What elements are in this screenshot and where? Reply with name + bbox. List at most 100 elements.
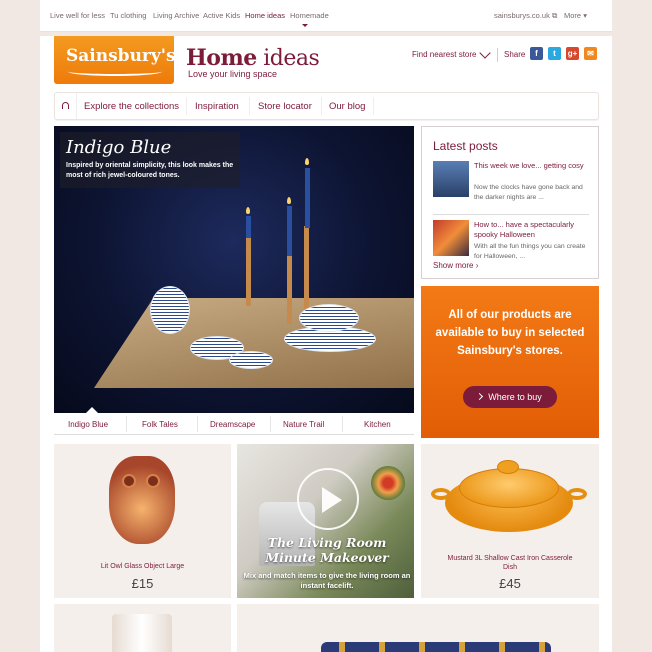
product-price: £15 <box>131 576 154 591</box>
nav-explore-collections[interactable]: Explore the collections <box>84 101 179 112</box>
external-link-icon: ⧉ <box>551 11 558 20</box>
candle <box>287 206 292 256</box>
bowl <box>229 351 273 369</box>
candlestick <box>287 254 292 324</box>
promo-text: All of our products are available to buy… <box>435 309 585 357</box>
sainsburys-logo[interactable]: Sainsbury's <box>54 36 176 84</box>
candle <box>246 216 251 238</box>
owl-eye <box>146 474 160 488</box>
sainsburys-link-label: sainsburys.co.uk <box>494 11 550 20</box>
tab-divider <box>342 416 343 432</box>
jug <box>150 286 190 334</box>
play-icon[interactable] <box>297 468 359 530</box>
product-card[interactable]: Mustard 3L Shallow Cast Iron Casserole D… <box>421 444 599 598</box>
product-card-partial[interactable] <box>237 604 599 652</box>
flowers <box>371 466 405 500</box>
topnav-link-sainsburys[interactable]: sainsburys.co.uk ⧉ <box>494 11 557 21</box>
owl-eye <box>122 474 136 488</box>
video-card[interactable]: The Living Room Minute Makeover Mix and … <box>237 444 414 598</box>
where-to-buy-promo: All of our products are available to buy… <box>421 286 599 438</box>
post-title[interactable]: How to... have a spectacularly spooky Ha… <box>474 220 592 240</box>
tab-nature-trail[interactable]: Nature Trail <box>283 420 324 429</box>
more-label: More <box>564 11 582 20</box>
post-excerpt: Now the clocks have gone back and the da… <box>474 184 583 201</box>
video-description: Mix and match items to give the living r… <box>243 571 411 590</box>
flame <box>287 197 291 204</box>
logo-text: Sainsbury's <box>66 46 176 66</box>
hero-description: Inspired by oriental simplicity, this lo… <box>66 162 234 179</box>
nav-store-locator[interactable]: Store locator <box>258 101 312 112</box>
facebook-icon[interactable]: f <box>530 47 543 60</box>
title-light: ideas <box>256 46 320 71</box>
title-bold: Home <box>186 45 257 71</box>
video-title[interactable]: The Living Room Minute Makeover <box>241 535 413 565</box>
chevron-right-icon <box>475 392 484 401</box>
post-thumbnail[interactable] <box>433 161 469 197</box>
active-tab-indicator <box>86 407 98 413</box>
share-label: Share <box>504 50 526 59</box>
candlestick <box>246 236 251 306</box>
tab-divider <box>270 416 271 432</box>
email-icon[interactable]: ✉ <box>584 47 597 60</box>
nav-divider <box>249 97 250 115</box>
tab-folk-tales[interactable]: Folk Tales <box>142 420 178 429</box>
where-to-buy-button[interactable]: Where to buy <box>463 386 557 408</box>
owl-product-image[interactable] <box>109 456 175 544</box>
latest-posts-heading: Latest posts <box>433 139 498 153</box>
flame <box>246 207 250 214</box>
topnav-link-tu-clothing[interactable]: Tu clothing <box>110 11 146 20</box>
show-more-link[interactable]: Show more › <box>433 261 478 270</box>
pot-handle <box>567 488 587 500</box>
home-icon <box>62 102 69 109</box>
topnav-link-active-kids[interactable]: Active Kids <box>203 11 240 20</box>
product-name[interactable]: Mustard 3L Shallow Cast Iron Casserole D… <box>421 554 599 572</box>
topnav-link-living-archive[interactable]: Living Archive <box>153 11 199 20</box>
nav-divider <box>373 97 374 115</box>
product-name[interactable]: Lit Owl Glass Object Large <box>54 562 231 571</box>
home-button[interactable] <box>55 93 77 119</box>
nav-divider <box>186 97 187 115</box>
find-store-link[interactable]: Find nearest store <box>412 50 476 59</box>
googleplus-icon[interactable]: g+ <box>566 47 579 60</box>
post-title[interactable]: This week we love... getting cosy <box>474 161 592 171</box>
logo-swoosh <box>68 67 162 76</box>
lamp-product-image[interactable] <box>112 614 172 652</box>
divider <box>433 214 589 215</box>
home-ideas-title: Home ideas <box>186 45 320 71</box>
topnav-link-home-ideas[interactable]: Home ideas <box>245 11 285 20</box>
tagline: Love your living space <box>188 69 278 79</box>
button-label: Where to buy <box>488 392 542 402</box>
nav-inspiration[interactable]: Inspiration <box>195 101 239 112</box>
blog-post[interactable]: This week we love... getting cosy Now th… <box>433 161 593 209</box>
topnav-more-menu[interactable]: More ▾ <box>564 11 587 20</box>
topnav-link-homemade[interactable]: Homemade <box>290 11 329 20</box>
tab-divider <box>197 416 198 432</box>
twitter-icon[interactable]: t <box>548 47 561 60</box>
hero-title: Indigo Blue <box>66 137 172 158</box>
bowl-stack <box>299 304 359 332</box>
tab-indigo-blue[interactable]: Indigo Blue <box>68 420 108 429</box>
casserole-product-image[interactable] <box>431 460 587 532</box>
chevron-right-icon: › <box>475 261 479 270</box>
tab-divider <box>126 416 127 432</box>
top-navigation: Live well for less Tu clothing Living Ar… <box>40 0 612 32</box>
topnav-link-live-well[interactable]: Live well for less <box>50 11 105 20</box>
product-card-partial[interactable] <box>54 604 231 652</box>
divider <box>497 48 498 62</box>
nav-divider <box>321 97 322 115</box>
chevron-down-icon[interactable] <box>479 47 491 59</box>
product-price: £45 <box>499 576 521 591</box>
page-container: Sainsbury's Home ideas Love your living … <box>40 36 612 652</box>
tab-dreamscape[interactable]: Dreamscape <box>210 420 255 429</box>
latest-posts-panel: Latest posts This week we love... gettin… <box>421 126 599 279</box>
nav-our-blog[interactable]: Our blog <box>329 101 365 112</box>
flame <box>305 158 309 165</box>
post-thumbnail[interactable] <box>433 220 469 256</box>
main-navigation: Explore the collections Inspiration Stor… <box>54 92 599 120</box>
pot-handle <box>431 488 451 500</box>
product-card[interactable]: Lit Owl Glass Object Large £15 <box>54 444 231 598</box>
tab-kitchen[interactable]: Kitchen <box>364 420 391 429</box>
cushion-product-image[interactable] <box>321 642 551 652</box>
hero-banner[interactable]: Indigo Blue Inspired by oriental simplic… <box>54 126 414 413</box>
candle <box>305 168 310 228</box>
